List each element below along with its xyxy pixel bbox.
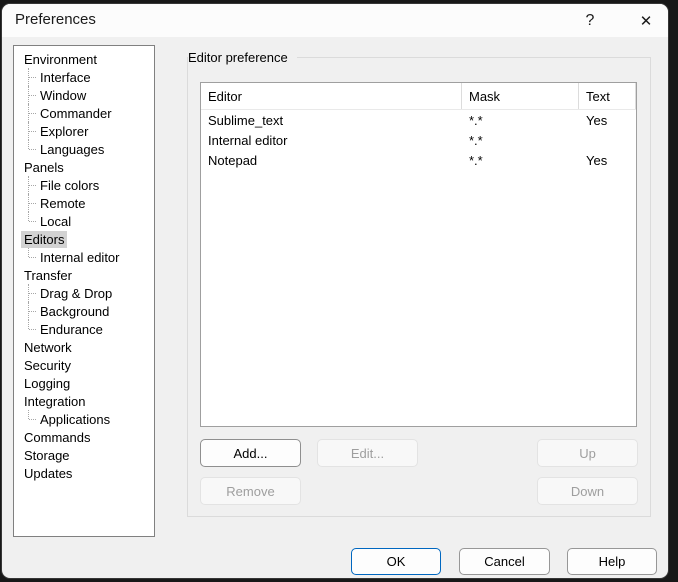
tree-item-label: Window [37, 87, 89, 104]
tree-item-background[interactable]: Background [14, 302, 154, 320]
tree-item-remote[interactable]: Remote [14, 194, 154, 212]
tree-item-label: Endurance [37, 321, 106, 338]
column-header-text[interactable]: Text [579, 83, 636, 109]
table-header-row: Editor Mask Text [201, 83, 636, 110]
table-body: Sublime_text*.*YesInternal editor*.*Note… [201, 110, 636, 170]
add-button[interactable]: Add... [200, 439, 301, 467]
tree-connector-line [21, 248, 37, 266]
tree-connector-line [21, 122, 37, 140]
tree-item-label: Explorer [37, 123, 91, 140]
tree-item-label: Storage [21, 447, 73, 464]
column-header-mask[interactable]: Mask [462, 83, 579, 109]
tree-item-storage[interactable]: Storage [14, 446, 154, 464]
tree-item-label: Security [21, 357, 74, 374]
window-title: Preferences [15, 11, 96, 28]
table-cell: *.* [462, 153, 579, 168]
table-cell: *.* [462, 133, 579, 148]
cancel-button[interactable]: Cancel [459, 548, 550, 575]
tree-connector-line [21, 302, 37, 320]
edit-button[interactable]: Edit... [317, 439, 418, 467]
table-cell: *.* [462, 113, 579, 128]
tree-item-label: Languages [37, 141, 107, 158]
group-title: Editor preference [188, 49, 297, 66]
tree-item-explorer[interactable]: Explorer [14, 122, 154, 140]
table-row[interactable]: Internal editor*.* [201, 130, 636, 150]
tree-item-label: Logging [21, 375, 73, 392]
editors-table: Editor Mask Text Sublime_text*.*YesInter… [200, 82, 637, 427]
tree-connector-line [21, 176, 37, 194]
desktop-background: { "window": { "title": "Preferences", "h… [0, 0, 678, 582]
question-mark-icon: ? [586, 12, 595, 30]
tree-item-label: Updates [21, 465, 75, 482]
table-cell: Sublime_text [201, 113, 462, 128]
tree-item-label: Environment [21, 51, 100, 68]
table-row[interactable]: Sublime_text*.*Yes [201, 110, 636, 130]
tree-item-label: File colors [37, 177, 102, 194]
tree-item-label: Internal editor [37, 249, 123, 266]
tree-item-transfer[interactable]: Transfer [14, 266, 154, 284]
tree-item-label: Panels [21, 159, 67, 176]
tree-item-label: Background [37, 303, 112, 320]
tree-item-panels[interactable]: Panels [14, 158, 154, 176]
tree-item-local[interactable]: Local [14, 212, 154, 230]
tree-item-updates[interactable]: Updates [14, 464, 154, 482]
tree-item-editors[interactable]: Editors [14, 230, 154, 248]
tree-item-label: Integration [21, 393, 88, 410]
table-cell: Notepad [201, 153, 462, 168]
tree-connector-line [21, 68, 37, 86]
tree-item-internal-editor[interactable]: Internal editor [14, 248, 154, 266]
close-button[interactable]: ✕ [628, 4, 664, 37]
tree-item-label: Commander [37, 105, 115, 122]
editor-preference-group: Editor preference Editor Mask Text Subli… [187, 57, 651, 517]
tree-item-drag-drop[interactable]: Drag & Drop [14, 284, 154, 302]
tree-item-label: Transfer [21, 267, 75, 284]
up-button[interactable]: Up [537, 439, 638, 467]
tree-item-commands[interactable]: Commands [14, 428, 154, 446]
tree-item-label: Network [21, 339, 75, 356]
tree-connector-line [21, 104, 37, 122]
tree-item-label: Interface [37, 69, 94, 86]
preferences-dialog: Preferences ? ✕ EnvironmentInterfaceWind… [2, 4, 668, 578]
down-button[interactable]: Down [537, 477, 638, 505]
tree-item-environment[interactable]: Environment [14, 50, 154, 68]
table-row[interactable]: Notepad*.*Yes [201, 150, 636, 170]
tree-item-label: Applications [37, 411, 113, 428]
tree-item-applications[interactable]: Applications [14, 410, 154, 428]
tree-item-network[interactable]: Network [14, 338, 154, 356]
table-cell: Yes [579, 153, 636, 168]
tree-item-label: Local [37, 213, 74, 230]
tree-connector-line [21, 86, 37, 104]
tree-connector-line [21, 284, 37, 302]
tree-connector-line [21, 410, 37, 428]
tree-connector-line [21, 140, 37, 158]
close-icon: ✕ [640, 12, 653, 30]
tree-item-label: Editors [21, 231, 67, 248]
tree-item-integration[interactable]: Integration [14, 392, 154, 410]
table-cell: Yes [579, 113, 636, 128]
help-footer-button[interactable]: Help [567, 548, 657, 575]
table-cell: Internal editor [201, 133, 462, 148]
tree-item-interface[interactable]: Interface [14, 68, 154, 86]
tree-connector-line [21, 320, 37, 338]
settings-tree: EnvironmentInterfaceWindowCommanderExplo… [13, 45, 155, 537]
tree-item-file-colors[interactable]: File colors [14, 176, 154, 194]
remove-button[interactable]: Remove [200, 477, 301, 505]
tree-item-window[interactable]: Window [14, 86, 154, 104]
tree-item-logging[interactable]: Logging [14, 374, 154, 392]
help-button[interactable]: ? [572, 4, 608, 37]
tree-item-commander[interactable]: Commander [14, 104, 154, 122]
tree-item-languages[interactable]: Languages [14, 140, 154, 158]
ok-button[interactable]: OK [351, 548, 441, 575]
tree-item-label: Commands [21, 429, 93, 446]
tree-connector-line [21, 212, 37, 230]
tree-connector-line [21, 194, 37, 212]
title-bar[interactable]: Preferences ? ✕ [2, 4, 668, 37]
tree-item-endurance[interactable]: Endurance [14, 320, 154, 338]
tree-item-label: Remote [37, 195, 89, 212]
tree-item-security[interactable]: Security [14, 356, 154, 374]
column-header-editor[interactable]: Editor [201, 83, 462, 109]
tree-item-label: Drag & Drop [37, 285, 115, 302]
